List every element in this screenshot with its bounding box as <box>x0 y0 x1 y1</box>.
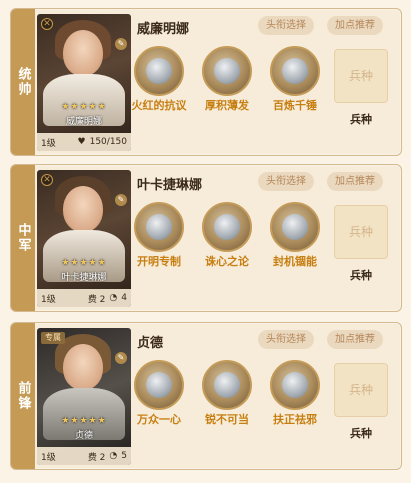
skill-label: 火红的抗议 <box>131 99 187 112</box>
skill-icon <box>202 46 252 96</box>
general-name: 贞德 <box>137 336 164 351</box>
star-rating: ★★★★★ <box>61 416 107 426</box>
troop-label: 兵种 <box>350 113 372 126</box>
token-icon: ◔ <box>109 451 118 461</box>
skill-slot[interactable]: 百炼千锤 <box>265 46 325 112</box>
level-text: 1级 <box>41 294 56 305</box>
level-text: 1级 <box>41 452 56 463</box>
remove-icon[interactable]: ✕ <box>41 174 53 186</box>
general-panel: 中军 ✕ ✎ ★★★★★ 叶卡捷琳娜 1级 费 2 ◔ 4 叶卡捷琳娜 头衔选择… <box>10 164 402 312</box>
skill-slot[interactable]: 锐不可当 <box>197 360 257 426</box>
general-portrait[interactable]: ✕ ✎ ★★★★★ 威廉明娜 1级 ♥ 150/150 <box>37 14 131 151</box>
position-label: 前锋 <box>11 323 35 469</box>
portrait-info-bar: 1级 费 2 ◔ 5 <box>37 447 131 465</box>
exclusive-tag: 专属 <box>41 332 65 344</box>
star-rating: ★★★★★ <box>61 102 107 112</box>
heart-icon: ♥ <box>77 137 86 147</box>
troop-label: 兵种 <box>350 427 372 440</box>
troop-slot[interactable]: 兵种 <box>334 49 388 103</box>
skill-label: 百炼千锤 <box>273 99 317 112</box>
general-portrait[interactable]: ✕ ✎ ★★★★★ 叶卡捷琳娜 1级 费 2 ◔ 4 <box>37 170 131 307</box>
skill-icon <box>134 202 184 252</box>
edit-icon[interactable]: ✎ <box>115 38 127 50</box>
points-recommend-button[interactable]: 加点推荐 <box>327 16 383 35</box>
portrait-name: 叶卡捷琳娜 <box>61 273 107 283</box>
skill-label: 封机锢能 <box>273 255 317 268</box>
title-select-button[interactable]: 头衔选择 <box>258 172 314 191</box>
skill-icon <box>202 360 252 410</box>
skill-icon <box>202 202 252 252</box>
portrait-name: 贞德 <box>74 431 93 441</box>
portrait-info-bar: 1级 费 2 ◔ 4 <box>37 289 131 307</box>
token-count: 5 <box>121 451 127 461</box>
skill-slot[interactable]: 诛心之论 <box>197 202 257 268</box>
portrait-info-bar: 1级 ♥ 150/150 <box>37 133 131 151</box>
title-select-button[interactable]: 头衔选择 <box>258 330 314 349</box>
token-icon: ◔ <box>109 293 118 303</box>
troop-slot[interactable]: 兵种 <box>334 363 388 417</box>
skill-label: 扶正祛邪 <box>273 413 317 426</box>
general-panel: 统帅 ✕ ✎ ★★★★★ 威廉明娜 1级 ♥ 150/150 威廉明娜 头衔选择… <box>10 8 402 156</box>
skill-label: 厚积薄发 <box>205 99 249 112</box>
skill-slot[interactable]: 封机锢能 <box>265 202 325 268</box>
title-select-button[interactable]: 头衔选择 <box>258 16 314 35</box>
star-rating: ★★★★★ <box>61 258 107 268</box>
troop-label: 兵种 <box>350 269 372 282</box>
skill-icon <box>270 46 320 96</box>
general-panel: 前锋 专属 ✎ ★★★★★ 贞德 1级 费 2 ◔ 5 贞德 头衔选择 加点推荐… <box>10 322 402 470</box>
skill-slot[interactable]: 火红的抗议 <box>129 46 189 112</box>
skill-icon <box>270 360 320 410</box>
skill-slot[interactable]: 万众一心 <box>129 360 189 426</box>
skill-slot[interactable]: 厚积薄发 <box>197 46 257 112</box>
skill-icon <box>134 360 184 410</box>
general-portrait[interactable]: 专属 ✎ ★★★★★ 贞德 1级 费 2 ◔ 5 <box>37 328 131 465</box>
position-label: 中军 <box>11 165 35 311</box>
stat-text: 150/150 <box>89 137 127 147</box>
skill-label: 万众一心 <box>137 413 181 426</box>
edit-icon[interactable]: ✎ <box>115 194 127 206</box>
cost-text: 费 2 <box>87 452 106 463</box>
skill-label: 诛心之论 <box>205 255 249 268</box>
portrait-name: 威廉明娜 <box>65 117 102 127</box>
skill-slot[interactable]: 开明专制 <box>129 202 189 268</box>
remove-icon[interactable]: ✕ <box>41 18 53 30</box>
cost-text: 费 2 <box>87 294 106 305</box>
edit-icon[interactable]: ✎ <box>115 352 127 364</box>
level-text: 1级 <box>41 138 56 149</box>
troop-slot[interactable]: 兵种 <box>334 205 388 259</box>
skill-label: 开明专制 <box>137 255 181 268</box>
position-label: 统帅 <box>11 9 35 155</box>
general-name: 叶卡捷琳娜 <box>137 178 203 193</box>
points-recommend-button[interactable]: 加点推荐 <box>327 330 383 349</box>
skill-label: 锐不可当 <box>205 413 249 426</box>
skill-slot[interactable]: 扶正祛邪 <box>265 360 325 426</box>
points-recommend-button[interactable]: 加点推荐 <box>327 172 383 191</box>
general-name: 威廉明娜 <box>137 22 190 37</box>
skill-icon <box>134 46 184 96</box>
skill-icon <box>270 202 320 252</box>
token-count: 4 <box>121 293 127 303</box>
